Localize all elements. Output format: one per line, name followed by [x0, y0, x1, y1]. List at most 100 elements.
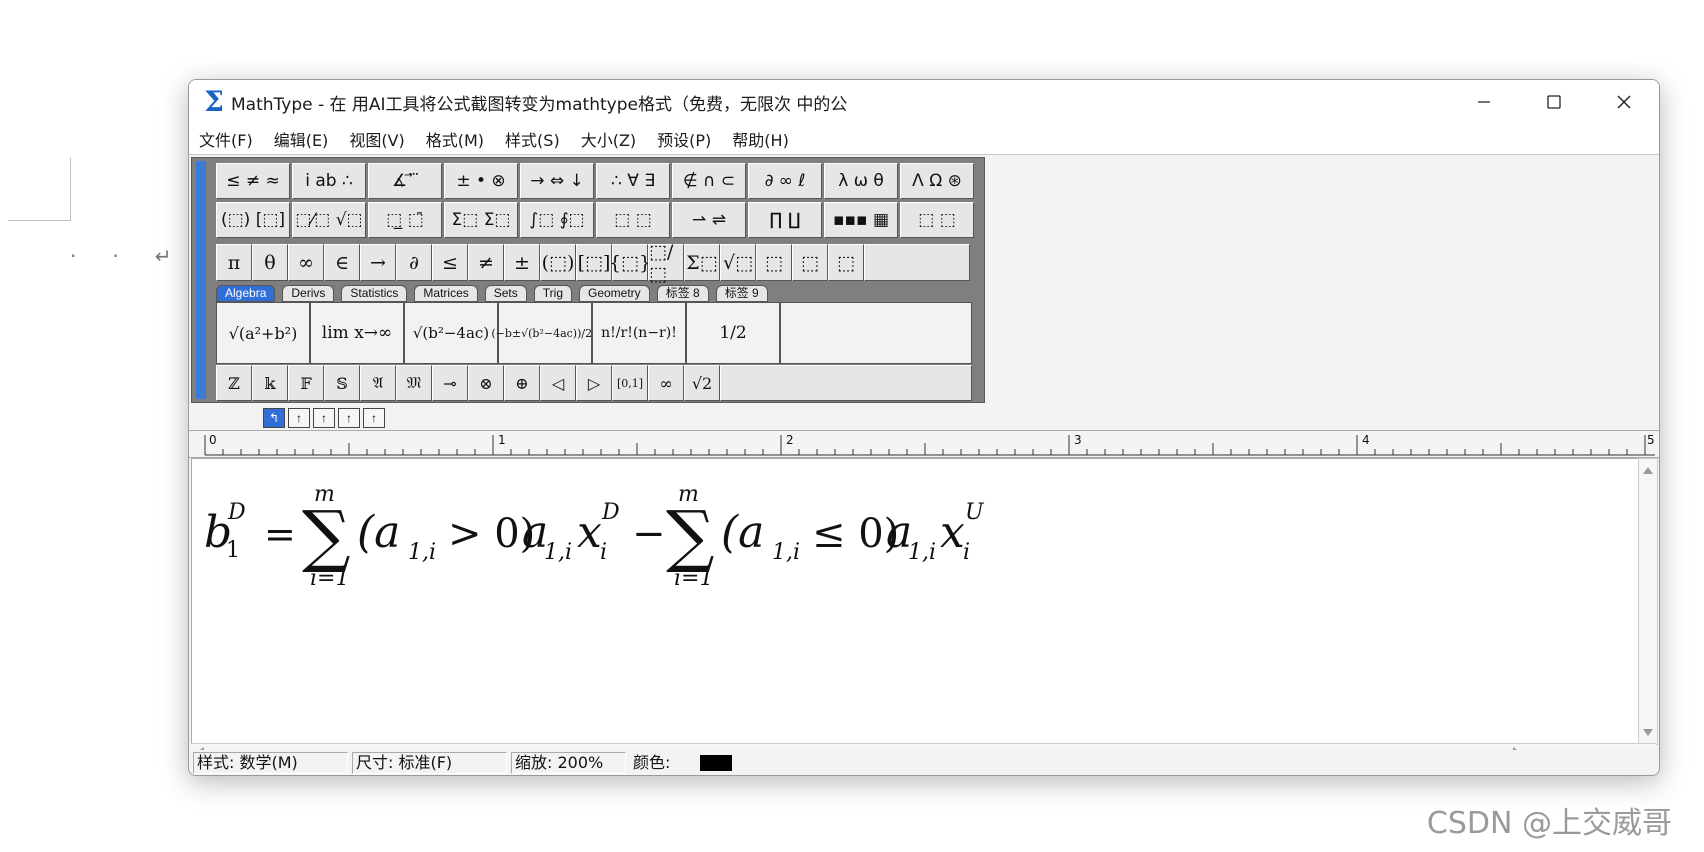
symbol-m-fraktur[interactable]: 𝔐: [396, 365, 432, 401]
symbol-theta[interactable]: θ: [252, 244, 288, 281]
palette-operators[interactable]: ± • ⊗: [444, 163, 518, 199]
symbol-k-blackboard[interactable]: 𝕜: [252, 365, 288, 401]
symbol-subscript[interactable]: ⬚: [792, 244, 828, 281]
symbol-multimap[interactable]: ⊸: [432, 365, 468, 401]
template-discriminant[interactable]: √(b²−4ac): [404, 302, 498, 364]
ruler-scale: 0 1 2 3 4 5: [204, 433, 1655, 456]
tab-matrices[interactable]: Matrices: [414, 285, 478, 302]
template-empty: [780, 302, 972, 364]
template-quadratic[interactable]: (−b±√(b²−4ac))/2a: [491, 302, 599, 364]
equation-editor[interactable]: b D 1 = m ∑ i=1 (a 1,i > 0) a 1,i x D i …: [191, 458, 1640, 745]
symbol-parens[interactable]: (⬚): [540, 244, 576, 281]
tab-geometry[interactable]: Geometry: [579, 285, 650, 302]
scroll-up-icon[interactable]: [1643, 467, 1653, 474]
menu-help[interactable]: 帮助(H): [732, 127, 789, 151]
symbol-otimes[interactable]: ⊗: [468, 365, 504, 401]
symbol-plus-minus[interactable]: ±: [504, 244, 540, 281]
close-button[interactable]: [1589, 80, 1659, 124]
symbol-sum[interactable]: Σ⬚: [684, 244, 720, 281]
menu-format[interactable]: 格式(M): [426, 127, 484, 151]
symbol-triangle-right[interactable]: ▷: [576, 365, 612, 401]
symbol-a-fraktur[interactable]: 𝔄: [360, 365, 396, 401]
vertical-scrollbar[interactable]: [1638, 458, 1658, 745]
tab-label-9[interactable]: 标签 9: [715, 285, 768, 302]
palette-matrices[interactable]: ▪▪▪ ▦: [824, 202, 898, 238]
palette-labeled-arrows[interactable]: ⇀ ⇌: [672, 202, 746, 238]
symbol-neq[interactable]: ≠: [468, 244, 504, 281]
ruler-label-0: 0: [209, 433, 217, 447]
palette-integrals[interactable]: ∫⬚ ∮⬚: [520, 202, 594, 238]
eq-sum1-lower: i=1: [310, 566, 349, 591]
palette-summations[interactable]: Σ⬚ Σ⬚: [444, 202, 518, 238]
eq-coef2-sub: 1,i: [908, 540, 936, 565]
template-combination[interactable]: n!/r!(n−r)!: [592, 302, 686, 364]
menu-edit[interactable]: 编辑(E): [274, 127, 329, 151]
symbol-right-arrow[interactable]: →: [360, 244, 396, 281]
symbol-braces[interactable]: {⬚}: [609, 244, 651, 281]
palette-relations[interactable]: ≤ ≠ ≈: [216, 163, 290, 199]
symbol-infinity-small[interactable]: ∞: [648, 365, 684, 401]
scroll-down-icon[interactable]: [1643, 729, 1653, 736]
symbol-triangle-left[interactable]: ◁: [540, 365, 576, 401]
close-icon: [1617, 95, 1631, 109]
palette-spaces-ellipses[interactable]: ⅰ ab ∴: [292, 163, 366, 199]
palette-misc-symbols[interactable]: ∂ ∞ ℓ: [748, 163, 822, 199]
symbol-sqrt[interactable]: √⬚: [720, 244, 756, 281]
minimize-button[interactable]: [1449, 80, 1519, 124]
minimize-icon: [1478, 101, 1490, 103]
palette-set-theory[interactable]: ∉ ∩ ⊂: [672, 163, 746, 199]
tab-algebra[interactable]: Algebra: [216, 285, 276, 302]
eq-term1-a: (a: [357, 507, 400, 558]
nudge-button-2[interactable]: ↑: [288, 408, 310, 428]
symbol-interval[interactable]: [0,1]: [612, 365, 648, 401]
palette-fractions-radicals[interactable]: ⬚⁄⬚ √⬚: [292, 202, 366, 238]
symbol-integers[interactable]: ℤ: [216, 365, 252, 401]
nudge-button-1[interactable]: ↰: [263, 408, 285, 428]
symbol-infinity[interactable]: ∞: [288, 244, 324, 281]
symbol-subsup[interactable]: ⬚: [828, 244, 864, 281]
menu-size[interactable]: 大小(Z): [581, 127, 636, 151]
symbol-f-fraktur[interactable]: 𝔽: [288, 365, 324, 401]
palette-logic[interactable]: ∴ ∀ ∃: [596, 163, 670, 199]
nudge-button-3[interactable]: ↑: [313, 408, 335, 428]
eq-minus: −: [632, 511, 666, 557]
template-one-half[interactable]: 1/2: [686, 302, 780, 364]
toolbar-grip[interactable]: [196, 161, 206, 399]
tab-sets[interactable]: Sets: [484, 285, 527, 302]
palette-greek-upper[interactable]: Λ Ω ⊛: [900, 163, 974, 199]
palette-subscripts[interactable]: ⬚̲ ⬚̄: [368, 202, 442, 238]
palette-boxes[interactable]: ⬚ ⬚: [900, 202, 974, 238]
palette-fences[interactable]: (⬚) [⬚]: [216, 202, 290, 238]
symbol-pi[interactable]: π: [216, 244, 252, 281]
menu-style[interactable]: 样式(S): [505, 127, 560, 151]
symbol-leq[interactable]: ≤: [432, 244, 468, 281]
symbol-sqrt2[interactable]: √2: [684, 365, 720, 401]
tab-statistics[interactable]: Statistics: [341, 285, 408, 302]
menu-preferences[interactable]: 预设(P): [657, 127, 711, 151]
template-hypotenuse[interactable]: √(a²+b²): [216, 302, 310, 364]
symbol-s-blackboard[interactable]: 𝕊: [324, 365, 360, 401]
symbol-oplus[interactable]: ⊕: [504, 365, 540, 401]
palette-embellishments[interactable]: ∡ ⃗ ⃛: [368, 163, 442, 199]
palette-products[interactable]: ∏ ∐: [748, 202, 822, 238]
palette-underbars[interactable]: ⬚ ⬚: [596, 202, 670, 238]
tab-label-8[interactable]: 标签 8: [656, 285, 709, 302]
title-bar[interactable]: Σ MathType - 在 用AI工具将公式截图转变为mathtype格式（免…: [189, 80, 1659, 124]
symbol-brackets[interactable]: [⬚]: [576, 244, 612, 281]
tab-derivs[interactable]: Derivs: [282, 285, 335, 302]
watermark: CSDN @上交威哥: [1426, 806, 1672, 841]
maximize-button[interactable]: [1519, 80, 1589, 124]
palette-greek-lower[interactable]: λ ω θ: [824, 163, 898, 199]
symbol-superscript[interactable]: ⬚: [756, 244, 792, 281]
nudge-button-5[interactable]: ↑: [363, 408, 385, 428]
menu-file[interactable]: 文件(F): [199, 127, 253, 151]
ruler[interactable]: 0 1 2 3 4 5: [189, 430, 1659, 458]
template-limit[interactable]: lim x→∞: [310, 302, 404, 364]
symbol-fraction[interactable]: ⬚/⬚: [648, 241, 684, 285]
nudge-button-4[interactable]: ↑: [338, 408, 360, 428]
symbol-partial[interactable]: ∂: [396, 244, 432, 281]
symbol-element-of[interactable]: ∈: [324, 244, 360, 281]
palette-arrows[interactable]: → ⇔ ↓: [520, 163, 594, 199]
tab-trig[interactable]: Trig: [533, 285, 572, 302]
menu-view[interactable]: 视图(V): [349, 127, 404, 151]
